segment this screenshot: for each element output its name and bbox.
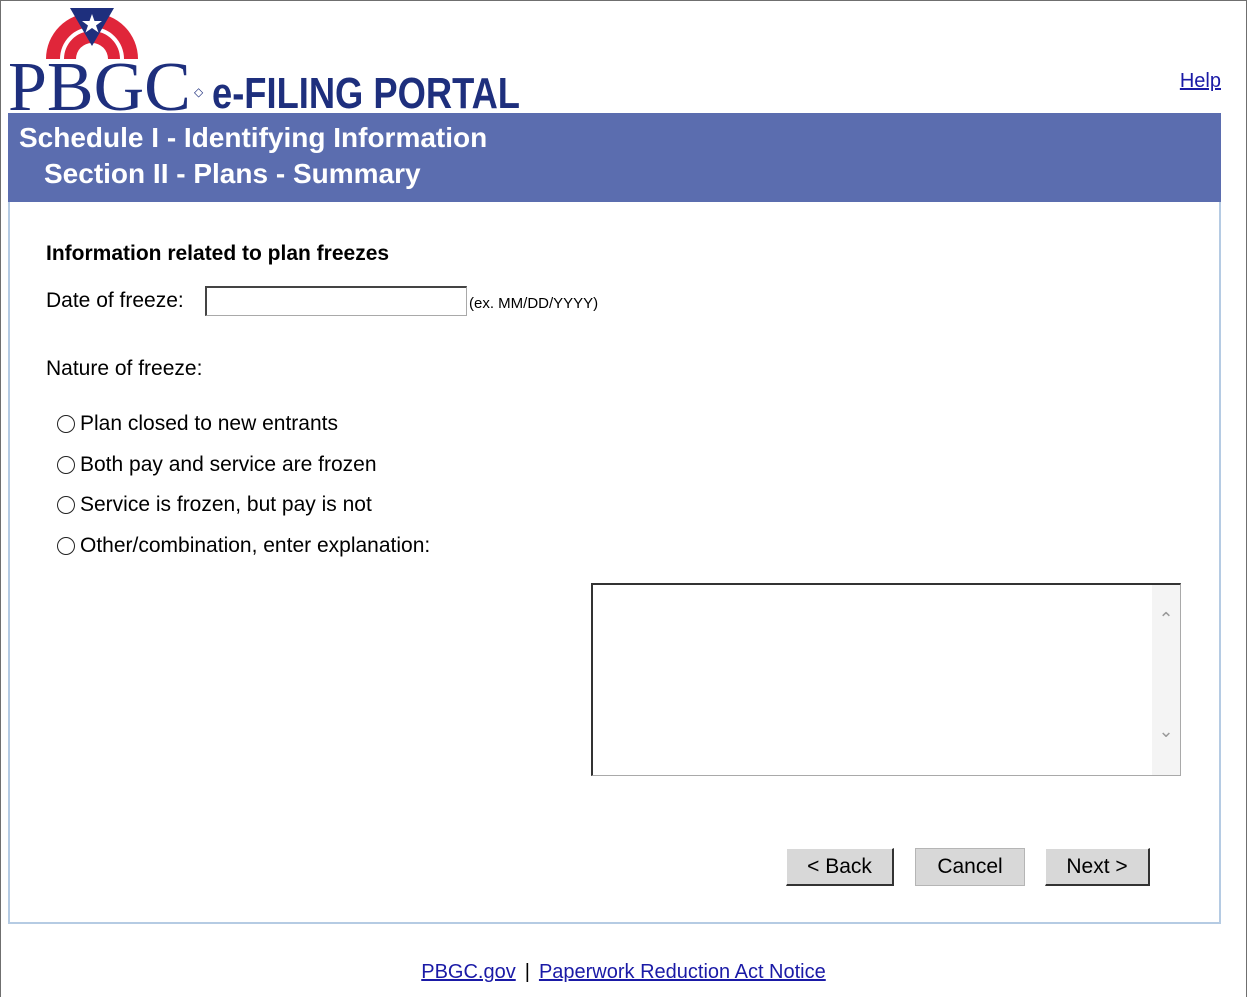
section-heading: Information related to plan freezes (46, 242, 390, 265)
explanation-textarea[interactable]: ⌃ ⌄ (591, 583, 1181, 776)
section-title: Section II - Plans - Summary (44, 158, 421, 189)
radio-option-other[interactable]: Other/combination, enter explanation: (57, 532, 430, 560)
date-of-freeze-input[interactable] (205, 286, 467, 316)
help-link[interactable]: Help (1180, 70, 1221, 93)
scroll-up-icon[interactable]: ⌃ (1152, 609, 1180, 630)
schedule-title: Schedule I - Identifying Information (19, 122, 488, 153)
radio-label: Service is frozen, but pay is not (80, 493, 372, 516)
svg-text:◇: ◇ (194, 85, 204, 99)
footer: PBGC.gov | Paperwork Reduction Act Notice (0, 961, 1247, 984)
paperwork-reduction-link[interactable]: Paperwork Reduction Act Notice (539, 961, 826, 983)
content-panel (8, 202, 1221, 924)
date-format-hint: (ex. MM/DD/YYYY) (469, 295, 599, 312)
radio-option-pay-and-service-frozen[interactable]: Both pay and service are frozen (57, 451, 377, 479)
pbgc-gov-link[interactable]: PBGC.gov (421, 961, 515, 983)
date-of-freeze-label: Date of freeze: (46, 289, 184, 312)
radio-button[interactable] (57, 496, 75, 514)
radio-label: Plan closed to new entrants (80, 412, 338, 435)
back-button[interactable]: < Back (786, 848, 894, 886)
radio-option-plan-closed[interactable]: Plan closed to new entrants (57, 410, 338, 438)
nature-of-freeze-label: Nature of freeze: (46, 357, 203, 380)
footer-separator: | (524, 961, 530, 983)
radio-label: Both pay and service are frozen (80, 453, 377, 476)
next-button[interactable]: Next > (1045, 848, 1150, 886)
radio-label: Other/combination, enter explanation: (80, 534, 431, 557)
radio-option-service-frozen[interactable]: Service is frozen, but pay is not (57, 491, 372, 519)
textarea-scrollbar[interactable]: ⌃ ⌄ (1152, 585, 1180, 775)
cancel-button[interactable]: Cancel (915, 848, 1025, 886)
radio-button[interactable] (57, 537, 75, 555)
svg-text:PBGC: PBGC (8, 49, 191, 112)
scroll-down-icon[interactable]: ⌄ (1152, 721, 1180, 742)
pbgc-logo: PBGC ◇ e-FILING PORTAL (8, 4, 528, 126)
radio-button[interactable] (57, 415, 75, 433)
page-title-banner: Schedule I - Identifying Information Sec… (8, 113, 1221, 202)
radio-button[interactable] (57, 456, 75, 474)
svg-text:e-FILING PORTAL: e-FILING PORTAL (212, 69, 520, 112)
